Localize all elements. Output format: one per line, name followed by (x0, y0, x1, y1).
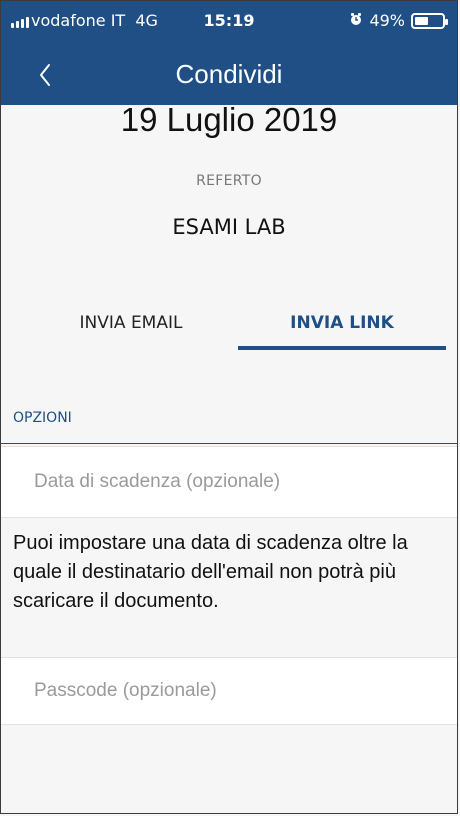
page-title: Condividi (175, 59, 283, 89)
document-type-label: REFERTO (196, 173, 262, 189)
passcode-field[interactable] (1, 657, 457, 725)
battery-fill (415, 16, 428, 25)
alarm-icon (349, 11, 363, 30)
active-tab-indicator (238, 346, 446, 350)
navigation-bar: Condividi (1, 47, 457, 105)
section-divider (1, 443, 457, 444)
options-section-label: OPZIONI (13, 410, 72, 426)
expiry-date-field[interactable] (1, 446, 457, 518)
status-right: 49% (349, 11, 448, 30)
tab-invia-link[interactable]: INVIA LINK (238, 313, 446, 333)
status-bar: vodafone IT 4G 15:19 49% (1, 1, 457, 47)
battery-percent: 49% (369, 11, 405, 30)
battery-icon (411, 12, 448, 29)
document-date: 19 Luglio 2019 (120, 101, 338, 138)
expiry-date-input[interactable] (1, 447, 457, 517)
app-screen: vodafone IT 4G 15:19 49% Condividi 19 Lu… (0, 0, 458, 814)
document-type-value: ESAMI LAB (172, 215, 286, 239)
top-bar: vodafone IT 4G 15:19 49% Condividi (1, 1, 457, 105)
battery-nub (445, 18, 448, 25)
tab-invia-email[interactable]: INVIA EMAIL (41, 313, 221, 333)
passcode-input[interactable] (1, 658, 457, 724)
expiry-hint-text: Puoi impostare una data di scadenza oltr… (13, 532, 408, 612)
